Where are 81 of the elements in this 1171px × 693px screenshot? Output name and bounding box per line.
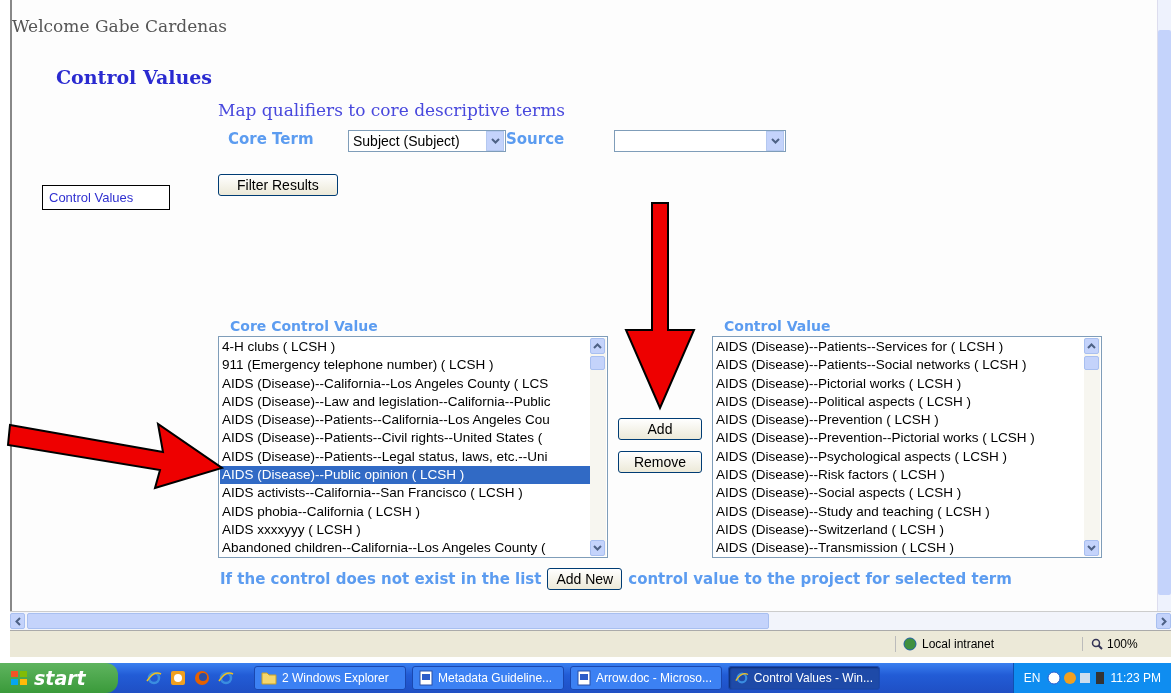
scroll-thumb[interactable] xyxy=(1084,356,1099,370)
caret-icon xyxy=(1087,545,1096,551)
field-label: Source xyxy=(506,130,566,148)
list-item[interactable]: AIDS (Disease)--Switzerland ( LCSH ) xyxy=(714,520,1084,540)
list-item[interactable]: AIDS phobia--California ( LCSH ) xyxy=(220,502,590,521)
dropdown-field[interactable]: Subject (Subject) xyxy=(348,130,506,152)
vertical-scrollbar[interactable] xyxy=(1157,0,1171,611)
list-item[interactable]: AIDS (Disease)--Social aspects ( LCSH ) xyxy=(714,484,1084,503)
list-item[interactable]: AIDS (Disease)--Patients--Services for ( LCSH ) xyxy=(714,338,1084,357)
list-item[interactable]: AIDS activists--California--San Francisco ( LCSH ) xyxy=(220,484,590,503)
filter-button[interactable]: Filter Results xyxy=(218,174,338,196)
horizontal-scrollbar[interactable] xyxy=(10,611,1171,630)
browser-icon[interactable] xyxy=(146,670,162,686)
list-item[interactable]: AIDS (Disease)--Patients--Civil rights--United States ( xyxy=(220,429,590,448)
dropdown-field[interactable] xyxy=(614,130,786,152)
list-item[interactable]: AIDS (Disease)--Prevention ( LCSH ) xyxy=(714,411,1084,430)
document-icon xyxy=(577,670,591,686)
taskbar-button[interactable]: Control Values - Win... xyxy=(728,666,880,690)
footer-text: If the control does not exist in the list xyxy=(220,570,542,588)
folder-icon xyxy=(261,671,277,685)
footer-text: control value to the project for selected term xyxy=(628,570,1012,588)
list-box[interactable] xyxy=(218,336,608,558)
browser-icon[interactable] xyxy=(218,670,234,686)
zoom-icon[interactable] xyxy=(1091,638,1103,650)
taskbar-button[interactable]: Metadata Guideline... xyxy=(412,666,564,690)
list-item[interactable]: 4-H clubs ( LCSH ) xyxy=(220,338,590,357)
caret-icon xyxy=(1087,343,1096,349)
scrollbar[interactable] xyxy=(590,338,606,556)
list-item[interactable]: AIDS (Disease)--Risk factors ( LCSH ) xyxy=(714,466,1084,485)
security-zone: Local intranet xyxy=(922,637,995,651)
caret-icon xyxy=(593,545,602,551)
scroll-right-button[interactable] xyxy=(1156,613,1171,629)
globe-icon xyxy=(902,636,918,652)
list-item[interactable]: AIDS (Disease)--Public opinion ( LCSH ) xyxy=(220,466,590,485)
list-item[interactable]: AIDS (Disease)--Prevention--Pictorial works ( LCSH ) xyxy=(714,429,1084,448)
tray-icons[interactable] xyxy=(1045,670,1106,686)
list-item[interactable]: AIDS (Disease)--Patients--California--Los Angeles Cou xyxy=(220,411,590,430)
taskbar-button[interactable]: Arrow.doc - Microso... xyxy=(570,666,722,690)
list-item[interactable]: AIDS (Disease)--Psychological aspects ( LCSH ) xyxy=(714,447,1084,467)
list-label: Core Control Value xyxy=(230,318,379,336)
list-item[interactable]: AIDS (Disease)--Law and legislation--California--Public xyxy=(220,392,590,412)
browser-icon[interactable] xyxy=(735,670,749,686)
caret-icon xyxy=(593,343,602,349)
action-button[interactable]: Remove xyxy=(618,451,702,473)
list-item[interactable]: AIDS (Disease)--Pictorial works ( LCSH ) xyxy=(714,374,1084,393)
list-item[interactable]: Abandoned children--California--Los Angeles County ( xyxy=(220,539,590,556)
scroll-left-button[interactable] xyxy=(10,613,25,629)
list-item[interactable]: AIDS xxxxyyy ( LCSH ) xyxy=(220,520,590,540)
list-item[interactable]: AIDS (Disease)--Patients--Legal status, laws, etc.--Uni xyxy=(220,447,590,467)
caret-icon xyxy=(490,138,500,144)
clock-icon[interactable] xyxy=(170,670,186,686)
clock: 11:23 PM xyxy=(1110,671,1161,685)
list-item[interactable]: AIDS (Disease)--Transmission ( LCSH ) xyxy=(714,539,1084,556)
action-button[interactable]: Add xyxy=(618,418,702,440)
list-item[interactable]: AIDS (Disease)--Political aspects ( LCSH ) xyxy=(714,392,1084,412)
add-new-button[interactable]: Add New xyxy=(547,568,623,590)
section-subtitle: Map qualifiers to core descriptive terms xyxy=(218,100,566,120)
caret-icon xyxy=(14,616,21,626)
list-item[interactable]: AIDS (Disease)--California--Los Angeles County ( LCS xyxy=(220,374,590,393)
scrollbar[interactable] xyxy=(1084,338,1100,556)
scroll-down-button[interactable] xyxy=(1084,540,1099,556)
list-box[interactable] xyxy=(712,336,1102,558)
fox-icon[interactable] xyxy=(194,670,210,686)
zoom-level[interactable]: 100% xyxy=(1107,637,1138,651)
scroll-up-button[interactable] xyxy=(590,338,605,354)
flag-icon xyxy=(10,670,28,686)
scroll-up-button[interactable] xyxy=(1084,338,1099,354)
list-label: Control Value xyxy=(724,318,832,336)
scroll-down-button[interactable] xyxy=(590,540,605,556)
taskbar-button[interactable]: 2 Windows Explorer xyxy=(254,666,406,690)
welcome-text: Welcome Gabe Cardenas xyxy=(12,16,228,38)
scroll-thumb[interactable] xyxy=(590,356,605,370)
list-item[interactable]: AIDS (Disease)--Study and teaching ( LCSH ) xyxy=(714,502,1084,521)
caret-icon xyxy=(770,138,780,144)
list-item[interactable]: AIDS (Disease)--Patients--Social networks ( LCSH ) xyxy=(714,356,1084,375)
document-icon xyxy=(419,670,433,686)
caret-icon xyxy=(1160,616,1167,626)
list-item[interactable]: 911 (Emergency telephone number) ( LCSH ) xyxy=(220,356,590,375)
field-label: Core Term xyxy=(228,130,315,148)
page-heading: Control Values xyxy=(56,66,214,88)
nav-link[interactable]: Control Values xyxy=(42,185,170,210)
